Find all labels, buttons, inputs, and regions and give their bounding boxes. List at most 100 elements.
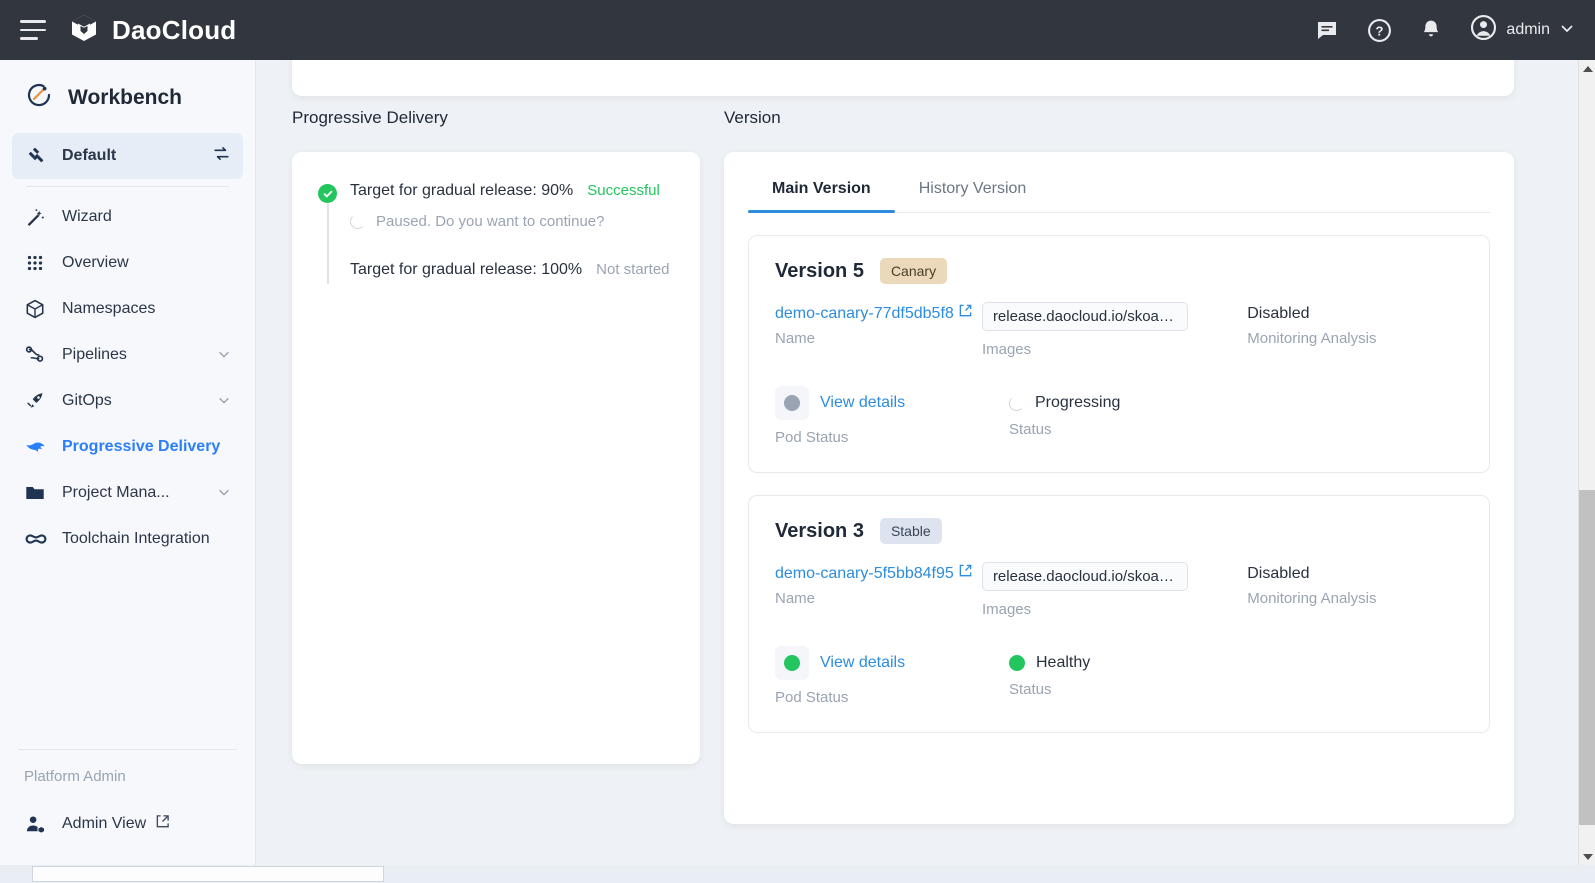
external-link-icon[interactable]	[958, 302, 973, 325]
sidebar-item-project-management[interactable]: Project Mana...	[12, 470, 243, 516]
status-cell: Progressing Status	[1009, 386, 1309, 446]
avatar	[1470, 14, 1497, 46]
images-cell: release.daocloud.io/skoala... Images	[982, 562, 1247, 618]
sidebar-footer-divider	[18, 749, 237, 750]
top-bar: DaoCloud ?	[0, 0, 1595, 60]
sidebar-item-default[interactable]: Default	[12, 133, 243, 179]
cube-icon	[24, 298, 54, 320]
sidebar-item-wizard[interactable]: Wizard	[12, 194, 243, 240]
image-chip[interactable]: release.daocloud.io/skoala...	[982, 302, 1188, 331]
external-link-icon[interactable]	[155, 814, 170, 834]
version-item-card: Version 3 Stable demo-canary-5f5bb84f95	[748, 495, 1490, 733]
tab-history-version[interactable]: History Version	[895, 168, 1051, 212]
progressive-delivery-title: Progressive Delivery	[292, 108, 700, 128]
version-item-card: Version 5 Canary demo-canary-77df5db5f8	[748, 235, 1490, 473]
scroll-up-arrow-icon[interactable]	[1579, 60, 1595, 77]
version-detail-row: demo-canary-5f5bb84f95 Name release.da	[775, 562, 1463, 618]
monitoring-cell: Disabled Monitoring Analysis	[1247, 562, 1463, 618]
status-label: Status	[1009, 421, 1309, 438]
pod-status-indicator	[775, 646, 809, 680]
timeline-step-status: Successful	[587, 182, 660, 199]
sidebar-item-label: Pipelines	[62, 346, 127, 364]
pod-status-cell: View details Pod Status	[775, 646, 1009, 706]
sidebar-item-label: Admin View	[62, 815, 146, 833]
timeline-step-status: Not started	[596, 261, 669, 278]
hamburger-icon[interactable]	[20, 20, 46, 40]
paused-note-text: Paused. Do you want to continue?	[376, 213, 605, 230]
name-label: Name	[775, 330, 982, 347]
version-status-row: View details Pod Status Progressing Stat…	[775, 386, 1463, 446]
message-icon[interactable]	[1314, 17, 1340, 43]
status-value: Progressing	[1035, 394, 1120, 412]
sidebar-item-label: Default	[62, 147, 116, 165]
external-link-icon[interactable]	[958, 562, 973, 585]
sidebar-item-overview[interactable]: Overview	[12, 240, 243, 286]
tab-main-version[interactable]: Main Version	[748, 168, 895, 212]
chevron-down-icon[interactable]	[1559, 20, 1575, 41]
bell-icon[interactable]	[1418, 17, 1444, 43]
workload-link[interactable]: demo-canary-77df5db5f8	[775, 305, 954, 322]
view-details-link[interactable]: View details	[820, 654, 905, 672]
grey-dot-icon	[318, 263, 337, 282]
chevron-down-icon[interactable]	[217, 485, 231, 502]
version-title-text: Version 3	[775, 520, 864, 543]
monitoring-cell: Disabled Monitoring Analysis	[1247, 302, 1463, 358]
brand-name: DaoCloud	[112, 15, 236, 46]
green-dot-icon	[1009, 655, 1025, 671]
image-chip[interactable]: release.daocloud.io/skoala...	[982, 562, 1188, 591]
status-badge: Canary	[880, 258, 947, 284]
sidebar-item-pipelines[interactable]: Pipelines	[12, 332, 243, 378]
vertical-scrollbar-thumb[interactable]	[1579, 490, 1595, 825]
sidebar-item-label: Toolchain Integration	[62, 530, 210, 548]
sidebar-item-label: GitOps	[62, 392, 112, 410]
version-header: Version 3 Stable	[775, 518, 1463, 544]
version-detail-row: demo-canary-77df5db5f8 Name release.da	[775, 302, 1463, 358]
scroll-down-arrow-icon[interactable]	[1579, 848, 1595, 865]
version-title-text: Version 5	[775, 260, 864, 283]
timeline-step: Target for gradual release: 90% Successf…	[318, 182, 674, 200]
sidebar-item-label: Wizard	[62, 208, 112, 226]
infinity-icon	[24, 527, 54, 551]
sidebar-item-label: Overview	[62, 254, 129, 272]
chevron-down-icon[interactable]	[217, 393, 231, 410]
chevron-down-icon[interactable]	[217, 347, 231, 364]
name-cell: demo-canary-77df5db5f8 Name	[775, 302, 982, 358]
progressive-delivery-card: Target for gradual release: 90% Successf…	[292, 152, 700, 764]
platform-admin-label: Platform Admin	[0, 768, 255, 801]
sidebar-item-label: Progressive Delivery	[62, 438, 220, 456]
horizontal-scrollbar[interactable]	[0, 865, 1595, 883]
view-details-link[interactable]: View details	[820, 394, 905, 412]
sidebar-item-toolchain-integration[interactable]: Toolchain Integration	[12, 516, 243, 562]
workbench-header: Workbench	[0, 60, 255, 133]
swap-icon[interactable]	[212, 144, 231, 168]
sidebar-item-gitops[interactable]: GitOps	[12, 378, 243, 424]
workbench-title: Workbench	[68, 86, 182, 110]
timeline-step-text: Target for gradual release: 100%	[350, 261, 582, 279]
sidebar-item-progressive-delivery[interactable]: Progressive Delivery	[12, 424, 243, 470]
vertical-scrollbar[interactable]	[1578, 60, 1595, 865]
workbench-icon	[24, 80, 54, 115]
name-label: Name	[775, 590, 982, 607]
sidebar-nav: Default Wizard	[0, 133, 255, 562]
user-menu[interactable]: admin	[1470, 14, 1575, 46]
brand-logo[interactable]: DaoCloud	[68, 12, 236, 49]
progressive-delivery-column: Progressive Delivery Target for gradual …	[292, 108, 700, 764]
sidebar-divider	[26, 186, 229, 187]
horizontal-scrollbar-thumb[interactable]	[32, 866, 384, 882]
wand-icon	[24, 206, 54, 228]
help-icon[interactable]: ?	[1366, 17, 1392, 43]
sidebar-item-namespaces[interactable]: Namespaces	[12, 286, 243, 332]
workload-link[interactable]: demo-canary-5f5bb84f95	[775, 565, 954, 582]
version-column: Version Main Version History Version Ver…	[724, 108, 1514, 824]
timeline-step: Target for gradual release: 100% Not sta…	[318, 261, 674, 279]
svg-text:?: ?	[1375, 23, 1383, 38]
timeline-step-text: Target for gradual release: 90%	[350, 182, 573, 200]
pipeline-icon	[24, 344, 54, 366]
version-status-row: View details Pod Status Healthy Status	[775, 646, 1463, 706]
folder-icon	[24, 482, 54, 504]
check-circle-icon	[318, 184, 337, 203]
monitoring-value: Disabled	[1247, 562, 1463, 585]
sidebar-item-admin-view[interactable]: Admin View	[12, 801, 243, 847]
status-badge: Stable	[880, 518, 942, 544]
version-tabs: Main Version History Version	[748, 152, 1490, 213]
